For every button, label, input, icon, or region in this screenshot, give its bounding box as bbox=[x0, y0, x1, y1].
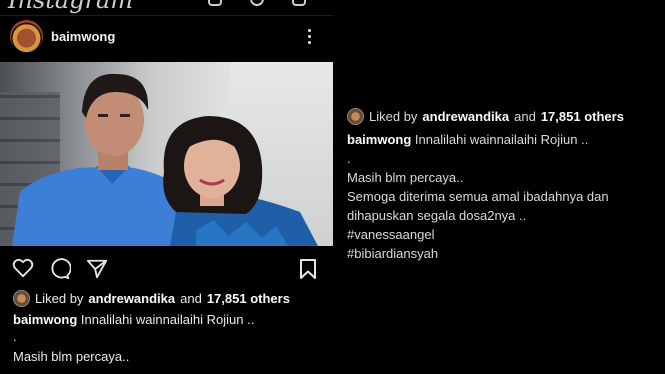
post-photo[interactable] bbox=[0, 62, 333, 246]
bookmark-icon[interactable] bbox=[298, 258, 318, 285]
more-vertical-icon[interactable] bbox=[306, 27, 314, 45]
caption-line: Masih blm percaya.. bbox=[347, 170, 464, 185]
caption-text: Innalilahi wainnailaihi Rojiun .. bbox=[80, 312, 255, 327]
hashtag-link[interactable]: #vanessaangel bbox=[347, 225, 657, 244]
post-actions bbox=[0, 254, 333, 284]
send-icon[interactable] bbox=[86, 258, 108, 285]
instagram-logo: Instagram bbox=[8, 0, 134, 14]
app-header: Instagram bbox=[0, 0, 333, 16]
caption-zoom: Liked by andrewandika and 17,851 others … bbox=[347, 107, 657, 263]
caption-line: . bbox=[347, 151, 351, 166]
caption-text: Innalilahi wainnailaihi Rojiun .. bbox=[414, 132, 589, 147]
comment-icon[interactable] bbox=[49, 258, 72, 285]
avatar[interactable] bbox=[10, 20, 43, 53]
caption-first-line: baimwong Innalilahi wainnailaihi Rojiun … bbox=[347, 130, 657, 149]
likes-others[interactable]: 17,851 others bbox=[207, 290, 290, 307]
caption-line: Masih blm percaya.. bbox=[13, 349, 130, 364]
people-illustration bbox=[12, 73, 318, 246]
likes-others[interactable]: 17,851 others bbox=[541, 107, 624, 126]
direct-message-icon[interactable] bbox=[292, 0, 306, 6]
instagram-post: Instagram baimwong Liked by andrewandika… bbox=[0, 0, 333, 374]
post-header: baimwong bbox=[0, 18, 333, 58]
activity-icon[interactable] bbox=[250, 0, 264, 6]
heart-icon[interactable] bbox=[12, 258, 34, 283]
liker-avatar bbox=[347, 108, 364, 125]
liked-by-label: Liked by bbox=[35, 291, 84, 306]
and-label: and bbox=[180, 291, 202, 306]
likes-summary[interactable]: Liked by andrewandika and 17,851 others bbox=[13, 290, 328, 307]
post-username[interactable]: baimwong bbox=[51, 29, 115, 44]
liked-by-label: Liked by bbox=[369, 109, 418, 124]
and-label: and bbox=[514, 109, 536, 124]
caption-line: dihapuskan segala dosa2nya .. bbox=[347, 208, 527, 223]
hashtag-link[interactable]: #bibiardiansyah bbox=[347, 244, 657, 263]
new-post-icon[interactable] bbox=[208, 0, 222, 6]
liker-username[interactable]: andrewandika bbox=[422, 107, 509, 126]
caption-username[interactable]: baimwong bbox=[13, 312, 77, 327]
caption-first-line: baimwong Innalilahi wainnailaihi Rojiun … bbox=[13, 311, 328, 328]
likes-summary[interactable]: Liked by andrewandika and 17,851 others bbox=[347, 107, 657, 126]
caption-line: . bbox=[13, 329, 17, 344]
post-caption: Liked by andrewandika and 17,851 others … bbox=[13, 290, 328, 365]
caption-line: Semoga diterima semua amal ibadahnya dan bbox=[347, 189, 609, 204]
liker-avatar bbox=[13, 290, 30, 307]
liker-username[interactable]: andrewandika bbox=[88, 290, 175, 307]
caption-username[interactable]: baimwong bbox=[347, 132, 411, 147]
